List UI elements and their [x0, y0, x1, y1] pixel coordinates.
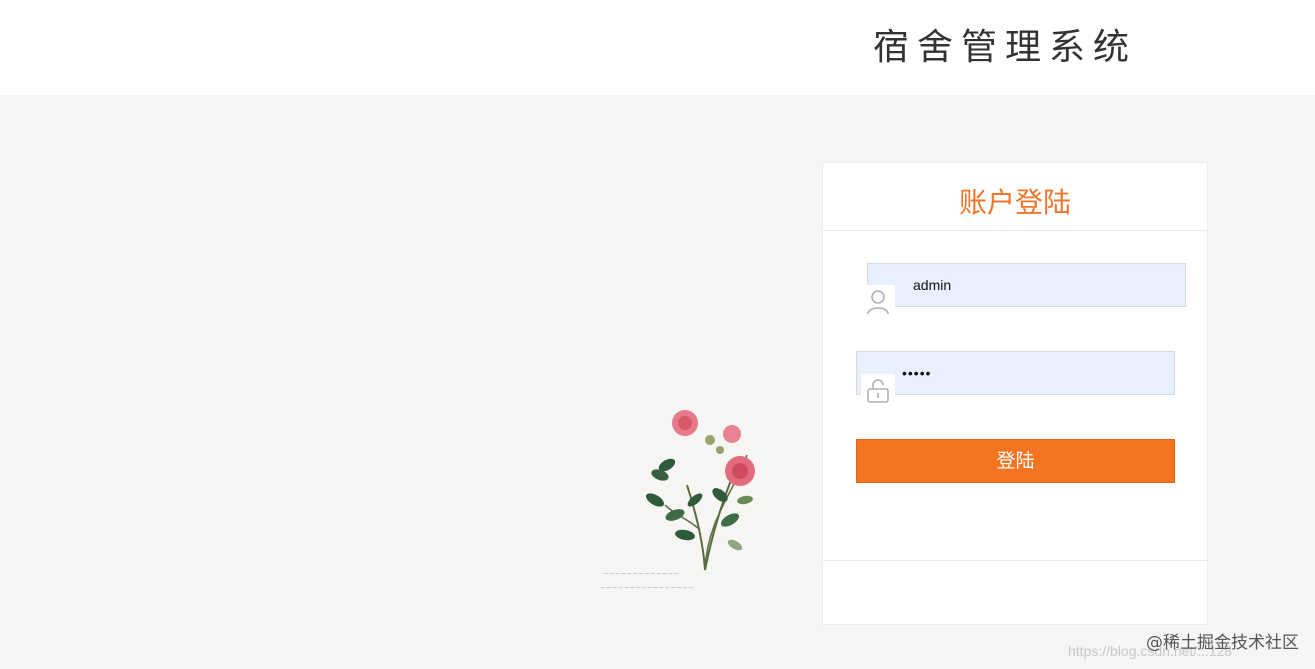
rose-illustration: ~~~~~~~~~~~~~ ~~~~~~~~~~~~~~~~: [600, 410, 755, 592]
top-header: 宿舍管理系统: [0, 0, 1315, 95]
login-card: 账户登陆 登陆: [822, 162, 1208, 625]
password-input[interactable]: [902, 352, 1162, 394]
login-button[interactable]: 登陆: [856, 439, 1175, 483]
login-title: 账户登陆: [958, 186, 1071, 219]
login-card-divider: [823, 560, 1207, 561]
svg-text:~~~~~~~~~~~~~: ~~~~~~~~~~~~~: [603, 570, 679, 578]
username-input[interactable]: [913, 264, 1173, 306]
username-field[interactable]: [867, 263, 1186, 307]
password-field[interactable]: [856, 351, 1175, 395]
login-card-header: 账户登陆: [823, 163, 1207, 231]
user-icon: [861, 285, 895, 319]
lock-icon: [861, 374, 895, 408]
site-title: 宿舍管理系统: [873, 27, 1138, 68]
watermark-text: @稀土掘金技术社区: [1146, 633, 1299, 653]
svg-text:~~~~~~~~~~~~~~~~: ~~~~~~~~~~~~~~~~: [600, 584, 694, 592]
